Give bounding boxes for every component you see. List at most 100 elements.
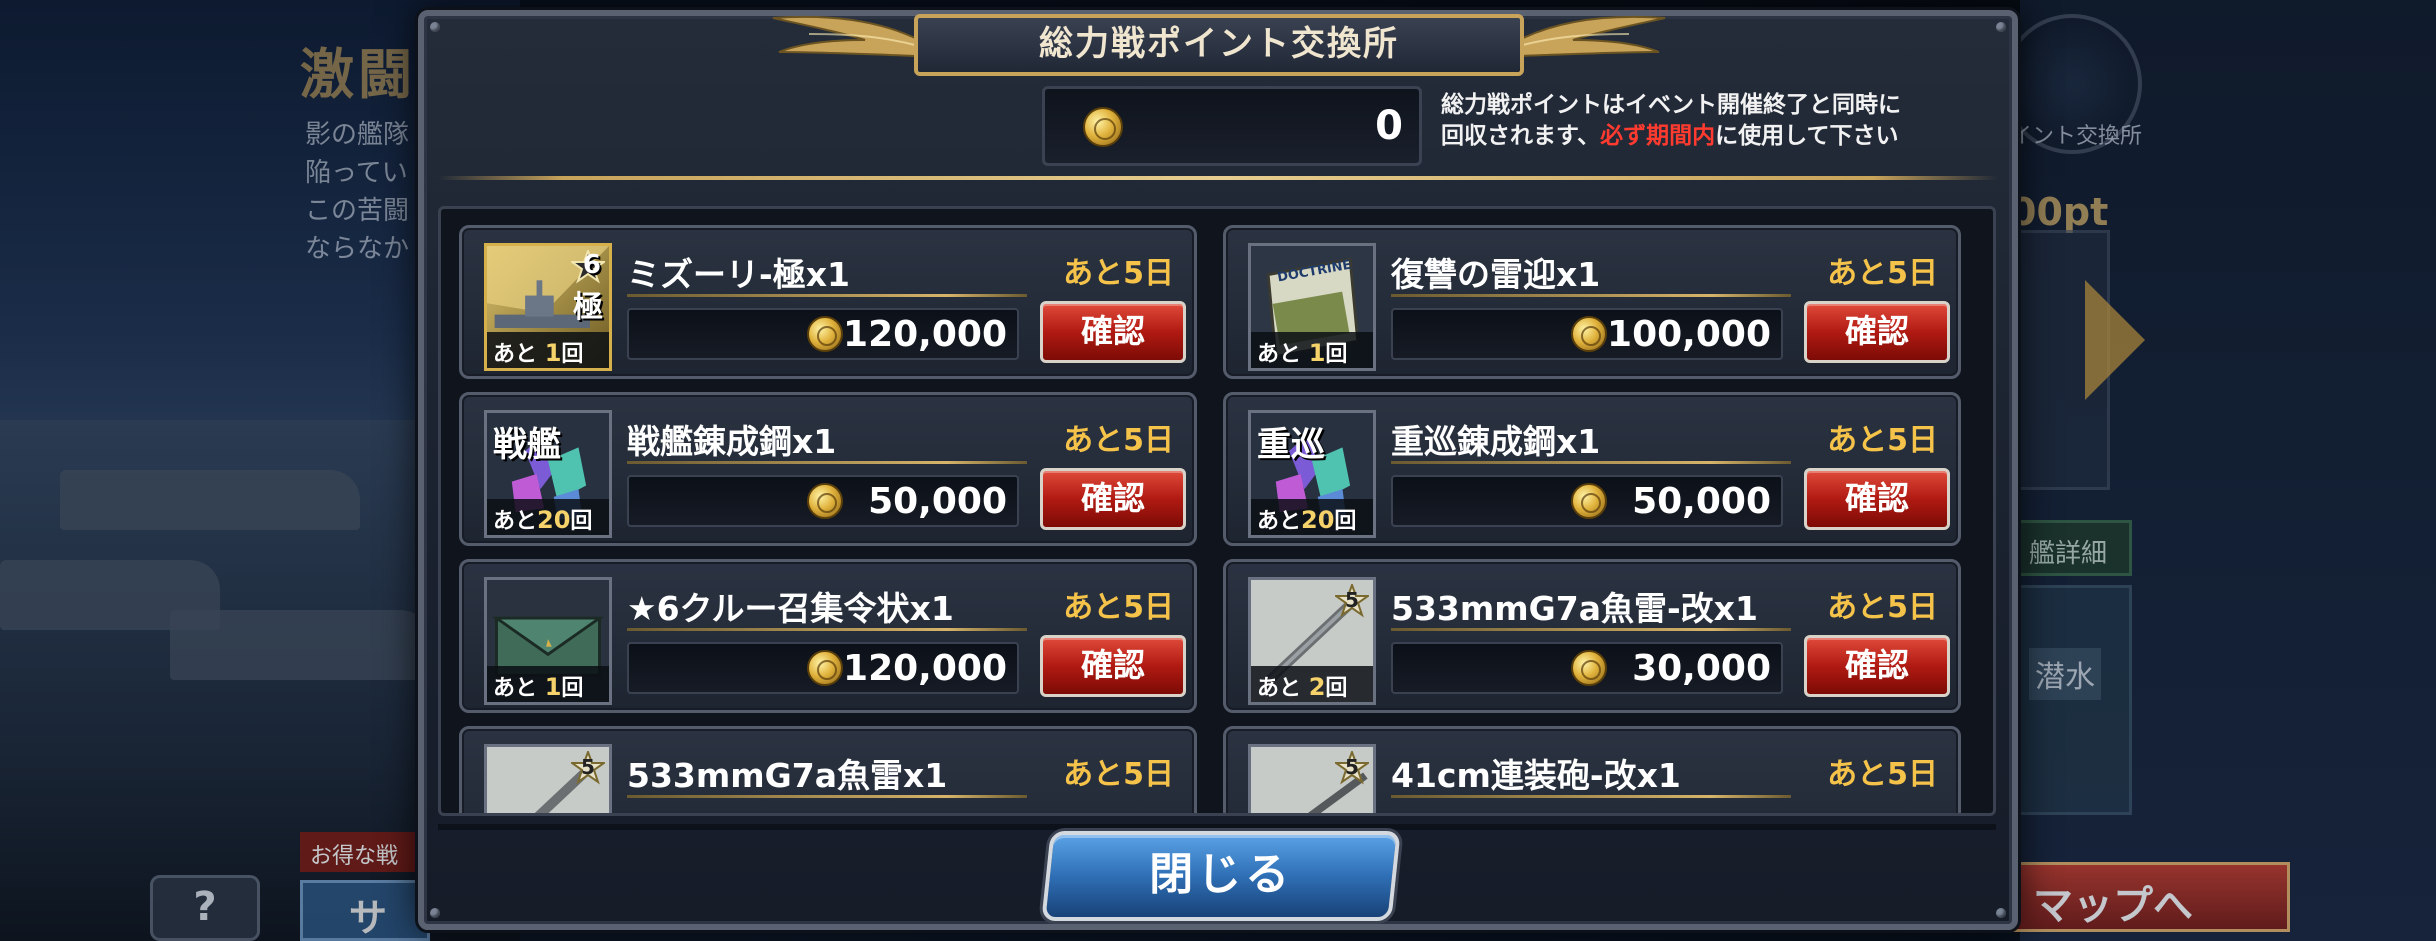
left-wing-ornament-icon <box>772 15 919 58</box>
item-days-remaining: あと5日 <box>1827 423 1938 458</box>
exchange-item: 5 533mmG7a魚雷x1 あと5日 <box>459 726 1197 813</box>
item-thumbnail: 6 極 あと 1回 <box>484 243 612 371</box>
remaining-count: あと 2回 <box>1251 666 1373 702</box>
exchange-item: 戦艦 あと20回 戦艦錬成鋼x1 あと5日 50,000 確認 <box>459 392 1197 546</box>
item-price: 100,000 <box>1391 308 1783 360</box>
notice-text: に使用して下さい <box>1715 123 1899 149</box>
confirm-button[interactable]: 確認 <box>1040 468 1186 530</box>
rivet <box>1996 908 2006 918</box>
rarity-number: 6 <box>582 250 601 280</box>
background-event-title: 激闘 <box>300 43 416 106</box>
game-screen: 激闘 影の艦隊 陥ってい この苦闘 ならなか イント交換所 00pt 艦詳細 潜… <box>0 0 2436 941</box>
rarity-star-icon: 5 <box>1332 582 1372 618</box>
coin-icon <box>1083 107 1123 147</box>
item-name: 41cm連装砲-改x1 <box>1391 756 1681 795</box>
background-ship <box>60 470 360 530</box>
rarity-star-icon: 5 <box>1332 749 1372 785</box>
item-name: 戦艦錬成鋼x1 <box>627 422 837 461</box>
item-thumbnail: 5 あと 2回 <box>1248 577 1376 705</box>
exchange-item: 6 極 あと 1回 ミズーリ-極x1 あと5日 120,000 確認 <box>459 225 1197 379</box>
map-button[interactable]: マップへ <box>1990 862 2290 932</box>
rivet <box>430 22 440 32</box>
notice-line-1: 総力戦ポイントはイベント開催終了と同時に <box>1441 92 1901 118</box>
confirm-button[interactable]: 確認 <box>1804 468 1950 530</box>
item-price-value: 50,000 <box>1632 481 1771 522</box>
points-notice: 総力戦ポイントはイベント開催終了と同時に 回収されます、必ず期間内に使用して下さ… <box>1441 90 2001 152</box>
remaining-count: あと20回 <box>1251 499 1373 535</box>
remaining-number: 20 <box>537 506 571 534</box>
background-blue-button[interactable]: サ <box>300 880 430 941</box>
confirm-button[interactable]: 確認 <box>1804 635 1950 697</box>
item-divider <box>627 795 1027 798</box>
ship-detail-button[interactable]: 艦詳細 <box>2012 520 2132 576</box>
confirm-button[interactable]: 確認 <box>1040 635 1186 697</box>
item-days-remaining: あと5日 <box>1827 590 1938 625</box>
item-price-value: 120,000 <box>843 648 1007 689</box>
item-type-kanji: 重巡 <box>1257 425 1325 465</box>
rarity-kanji: 極 <box>573 290 603 325</box>
next-arrow-icon[interactable] <box>2085 280 2145 400</box>
remaining-prefix: あと <box>1257 342 1302 367</box>
item-thumbnail: 5 <box>484 744 612 813</box>
item-price-value: 120,000 <box>843 314 1007 355</box>
item-price: 50,000 <box>1391 475 1783 527</box>
background-emblem-label: イント交換所 <box>2010 124 2143 149</box>
item-divider <box>627 461 1027 464</box>
rarity-star-icon: 5 <box>568 749 608 785</box>
item-divider <box>1391 628 1791 631</box>
remaining-number: 1 <box>544 339 562 367</box>
background-points: 00pt <box>2010 190 2109 234</box>
item-price: 30,000 <box>1391 642 1783 694</box>
item-divider <box>627 294 1027 297</box>
coin-icon <box>1571 650 1607 686</box>
item-name: ミズーリ-極x1 <box>627 255 850 294</box>
remaining-suffix: 回 <box>570 509 593 534</box>
divider <box>438 176 1998 180</box>
item-thumbnail: 重巡 あと20回 <box>1248 410 1376 538</box>
remaining-number: 2 <box>1308 673 1326 701</box>
exchange-item: あと 1回 ★6クルー召集令状x1 あと5日 120,000 確認 <box>459 559 1197 713</box>
remaining-prefix: あと <box>1257 509 1302 534</box>
rarity-number: 5 <box>1345 755 1359 779</box>
background-ship <box>170 610 430 680</box>
right-wing-ornament-icon <box>1519 15 1666 58</box>
item-type-kanji: 戦艦 <box>493 425 561 465</box>
item-divider <box>1391 461 1791 464</box>
item-name: 533mmG7a魚雷-改x1 <box>1391 589 1758 628</box>
close-button[interactable]: 閉じる <box>1041 831 1401 921</box>
notice-text: 回収されます、 <box>1441 123 1601 149</box>
coin-icon <box>807 316 843 352</box>
remaining-suffix: 回 <box>1325 342 1348 367</box>
remaining-suffix: 回 <box>561 342 584 367</box>
coin-icon <box>1571 483 1607 519</box>
item-name: ★6クルー召集令状x1 <box>627 589 954 628</box>
help-button[interactable]: ? <box>150 875 260 941</box>
rarity-number: 5 <box>581 755 595 779</box>
item-days-remaining: あと5日 <box>1063 423 1174 458</box>
dialog-title: 総力戦ポイント交換所 <box>1039 24 1399 64</box>
remaining-count: あと 1回 <box>487 332 609 368</box>
exchange-item-list[interactable]: 6 極 あと 1回 ミズーリ-極x1 あと5日 120,000 確認 DOCTR… <box>438 206 1996 816</box>
item-price: 50,000 <box>627 475 1019 527</box>
item-thumbnail: DOCTRINE あと 1回 <box>1248 243 1376 371</box>
rivet <box>430 908 440 918</box>
exchange-item: 5 あと 2回 533mmG7a魚雷-改x1 あと5日 30,000 確認 <box>1223 559 1961 713</box>
exchange-item: 重巡 あと20回 重巡錬成鋼x1 あと5日 50,000 確認 <box>1223 392 1961 546</box>
background-side-card: 潜水 <box>2012 585 2132 815</box>
item-days-remaining: あと5日 <box>1063 590 1174 625</box>
item-price-value: 30,000 <box>1632 648 1771 689</box>
remaining-suffix: 回 <box>561 676 584 701</box>
item-divider <box>1391 795 1791 798</box>
dialog-footer <box>438 824 1996 830</box>
item-days-remaining: あと5日 <box>1063 256 1174 291</box>
coin-icon <box>807 650 843 686</box>
remaining-prefix: あと <box>493 676 538 701</box>
item-days-remaining: あと5日 <box>1827 256 1938 291</box>
item-name: 重巡錬成鋼x1 <box>1391 422 1601 461</box>
dialog-title-bar: 総力戦ポイント交換所 <box>914 14 1524 76</box>
exchange-dialog: 総力戦ポイント交換所 0 総力戦ポイントはイベント開催終了と同時に 回収されます… <box>418 10 2018 930</box>
item-days-remaining: あと5日 <box>1827 757 1938 792</box>
confirm-button[interactable]: 確認 <box>1804 301 1950 363</box>
confirm-button[interactable]: 確認 <box>1040 301 1186 363</box>
item-price-value: 100,000 <box>1607 314 1771 355</box>
